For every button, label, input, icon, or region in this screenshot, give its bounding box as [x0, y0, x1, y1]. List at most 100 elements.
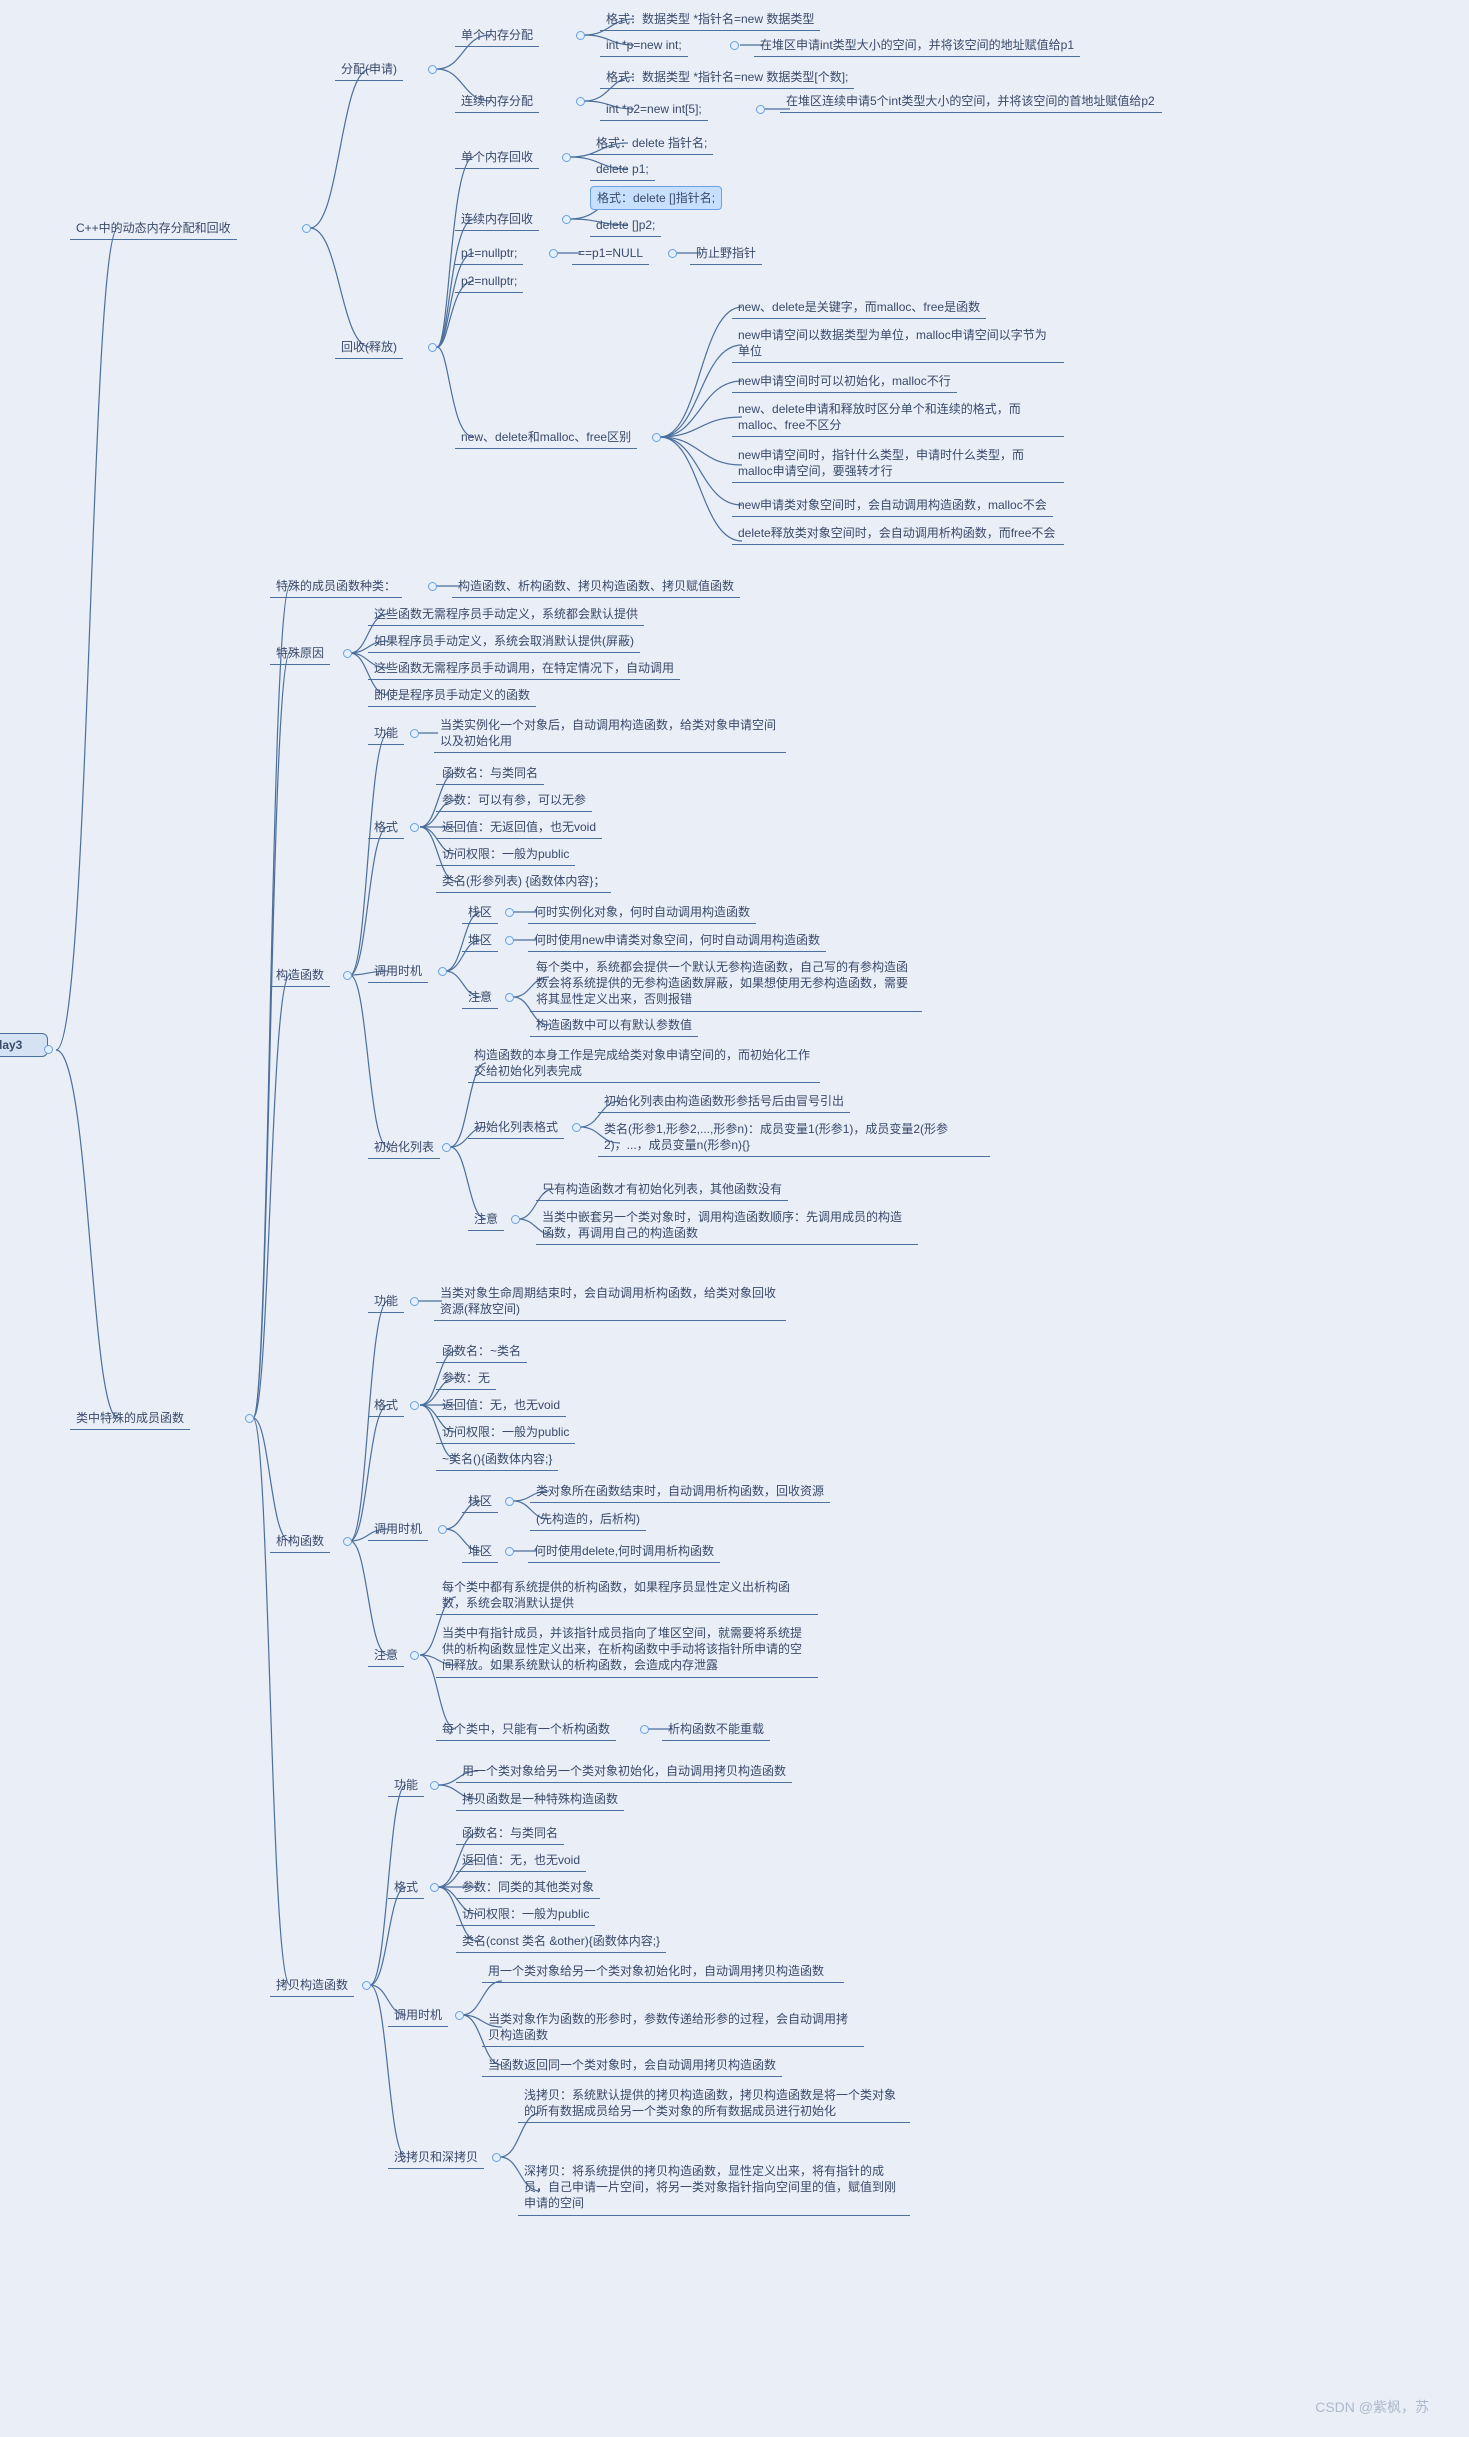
expand-pip[interactable] [455, 2011, 464, 2020]
node-alloc-single[interactable]: 单个内存分配 [455, 24, 539, 47]
node-cctor-fmt[interactable]: 格式 [388, 1876, 424, 1899]
leaf[interactable]: 当类对象生命周期结束时，会自动调用析构函数，给类对象回收资源(释放空间) [434, 1282, 786, 1321]
expand-pip[interactable] [562, 153, 571, 162]
leaf[interactable]: 返回值：无，也无void [436, 1394, 566, 1417]
leaf[interactable]: 即使是程序员手动定义的函数 [368, 684, 536, 707]
leaf[interactable]: 类名(形参列表) {函数体内容}； [436, 870, 611, 893]
node-ctor-init[interactable]: 初始化列表 [368, 1136, 440, 1159]
leaf[interactable]: 返回值：无，也无void [456, 1849, 586, 1872]
expand-pip[interactable] [668, 249, 677, 258]
node-free[interactable]: 回收(释放) [335, 336, 403, 359]
leaf-highlight[interactable]: 格式：delete []指针名; [590, 186, 722, 210]
leaf[interactable]: ~类名(){函数体内容;} [436, 1448, 558, 1471]
leaf[interactable]: 当类实例化一个对象后，自动调用构造函数，给类对象申请空间以及初始化用 [434, 714, 786, 753]
expand-pip[interactable] [640, 1725, 649, 1734]
leaf[interactable]: 函数名：与类同名 [436, 762, 544, 785]
leaf[interactable]: new申请空间以数据类型为单位，malloc申请空间以字节为单位 [732, 324, 1064, 363]
expand-pip[interactable] [572, 1123, 581, 1132]
expand-pip[interactable] [505, 993, 514, 1002]
node-note[interactable]: 注意 [468, 1208, 504, 1231]
leaf[interactable]: new申请空间时可以初始化，malloc不行 [732, 370, 957, 393]
leaf[interactable]: 当类中有指针成员，并该指针成员指向了堆区空间，就需要将系统提供的析构函数显性定义… [436, 1622, 818, 1678]
expand-pip[interactable] [492, 2153, 501, 2162]
leaf-code[interactable]: p1=nullptr; [455, 242, 523, 265]
leaf[interactable]: 深拷贝：将系统提供的拷贝构造函数，显性定义出来，将有指针的成员，自己申请一片空间… [518, 2160, 910, 2216]
leaf[interactable]: 只有构造函数才有初始化列表，其他函数没有 [536, 1178, 788, 1201]
leaf[interactable]: ==p1=NULL [572, 242, 649, 265]
leaf[interactable]: 类对象所在函数结束时，自动调用析构函数，回收资源 [530, 1480, 830, 1503]
leaf[interactable]: 构造函数的本身工作是完成给类对象申请空间的，而初始化工作交给初始化列表完成 [468, 1044, 820, 1083]
expand-pip[interactable] [549, 249, 558, 258]
node-ctor-fn[interactable]: 功能 [368, 722, 404, 745]
expand-pip[interactable] [428, 343, 437, 352]
node-init-fmt[interactable]: 初始化列表格式 [468, 1116, 564, 1139]
leaf[interactable]: 访问权限：一般为public [436, 1421, 575, 1444]
leaf[interactable]: 参数：同类的其他类对象 [456, 1876, 600, 1899]
leaf[interactable]: 参数：无 [436, 1367, 496, 1390]
leaf[interactable]: 类名(const 类名 &other){函数体内容;} [456, 1930, 666, 1953]
leaf[interactable]: 何时使用delete,何时调用析构函数 [528, 1540, 720, 1563]
node-dtor-fn[interactable]: 功能 [368, 1290, 404, 1313]
leaf[interactable]: 格式：数据类型 *指针名=new 数据类型[个数]; [600, 66, 854, 89]
node-note[interactable]: 注意 [368, 1644, 404, 1667]
expand-pip[interactable] [505, 936, 514, 945]
expand-pip[interactable] [428, 65, 437, 74]
node-heap[interactable]: 堆区 [462, 1540, 498, 1563]
expand-pip[interactable] [562, 215, 571, 224]
node-alloc-cont[interactable]: 连续内存分配 [455, 90, 539, 113]
expand-pip[interactable] [362, 1981, 371, 1990]
expand-pip[interactable] [576, 97, 585, 106]
leaf-code[interactable]: p2=nullptr; [455, 270, 523, 293]
node-ctor[interactable]: 构造函数 [270, 964, 330, 987]
leaf[interactable]: delete释放类对象空间时，会自动调用析构函数，而free不会 [732, 522, 1064, 545]
expand-pip[interactable] [428, 582, 437, 591]
expand-pip[interactable] [511, 1215, 520, 1224]
leaf[interactable]: 如果程序员手动定义，系统会取消默认提供(屏蔽) [368, 630, 640, 653]
leaf[interactable]: 构造函数、析构函数、拷贝构造函数、拷贝赋值函数 [452, 575, 740, 598]
leaf[interactable]: 返回值：无返回值，也无void [436, 816, 602, 839]
expand-pip[interactable] [410, 729, 419, 738]
leaf[interactable]: 何时实例化对象，何时自动调用构造函数 [528, 901, 756, 924]
expand-pip[interactable] [442, 1143, 451, 1152]
node-stack[interactable]: 栈区 [462, 901, 498, 924]
expand-pip[interactable] [430, 1883, 439, 1892]
node-diff[interactable]: new、delete和malloc、free区别 [455, 426, 637, 449]
node-dtor[interactable]: 析构函数 [270, 1530, 330, 1553]
leaf-code[interactable]: delete []p2; [590, 214, 661, 237]
leaf-code[interactable]: int *p=new int; [600, 34, 688, 57]
root-node[interactable]: day3 [0, 1033, 48, 1057]
leaf[interactable]: (先构造的，后析构) [530, 1508, 646, 1531]
leaf[interactable]: 每个类中都有系统提供的析构函数，如果程序员显性定义出析构函数，系统会取消默认提供 [436, 1576, 818, 1615]
node-dtor-fmt[interactable]: 格式 [368, 1394, 404, 1417]
expand-pip[interactable] [430, 1781, 439, 1790]
node-free-cont[interactable]: 连续内存回收 [455, 208, 539, 231]
leaf[interactable]: 函数名：~类名 [436, 1340, 527, 1363]
expand-pip[interactable] [44, 1045, 53, 1054]
leaf[interactable]: 类名(形参1,形参2,...,形参n)：成员变量1(形参1)，成员变量2(形参2… [598, 1118, 990, 1157]
expand-pip[interactable] [410, 1651, 419, 1660]
leaf[interactable]: 格式：delete 指针名; [590, 132, 713, 155]
node-cctor-sd[interactable]: 浅拷贝和深拷贝 [388, 2146, 484, 2169]
expand-pip[interactable] [410, 1297, 419, 1306]
node-kinds[interactable]: 特殊的成员函数种类： [270, 575, 402, 598]
leaf[interactable]: 拷贝函数是一种特殊构造函数 [456, 1788, 624, 1811]
leaf[interactable]: 用一个类对象给另一个类对象初始化，自动调用拷贝构造函数 [456, 1760, 792, 1783]
leaf[interactable]: 在堆区申请int类型大小的空间，并将该空间的地址赋值给p1 [754, 34, 1080, 57]
node-free-single[interactable]: 单个内存回收 [455, 146, 539, 169]
leaf-code[interactable]: int *p2=new int[5]; [600, 98, 708, 121]
expand-pip[interactable] [730, 41, 739, 50]
leaf[interactable]: new申请空间时，指针什么类型，申请时什么类型，而malloc申请空间，要强转才… [732, 444, 1064, 483]
leaf[interactable]: 浅拷贝：系统默认提供的拷贝构造函数，拷贝构造函数是将一个类对象的所有数据成员给另… [518, 2084, 910, 2123]
expand-pip[interactable] [505, 1547, 514, 1556]
expand-pip[interactable] [576, 31, 585, 40]
leaf[interactable]: 初始化列表由构造函数形参括号后由冒号引出 [598, 1090, 850, 1113]
leaf[interactable]: 这些函数无需程序员手动定义，系统都会默认提供 [368, 603, 644, 626]
leaf[interactable]: 何时使用new申请类对象空间，何时自动调用构造函数 [528, 929, 826, 952]
leaf[interactable]: 当类对象作为函数的形参时，参数传递给形参的过程，会自动调用拷贝构造函数 [482, 2008, 864, 2047]
expand-pip[interactable] [438, 1525, 447, 1534]
expand-pip[interactable] [410, 823, 419, 832]
leaf[interactable]: 防止野指针 [690, 242, 762, 265]
leaf[interactable]: 这些函数无需程序员手动调用，在特定情况下，自动调用 [368, 657, 680, 680]
node-special-members[interactable]: 类中特殊的成员函数 [70, 1407, 190, 1430]
leaf-code[interactable]: delete p1; [590, 158, 655, 181]
